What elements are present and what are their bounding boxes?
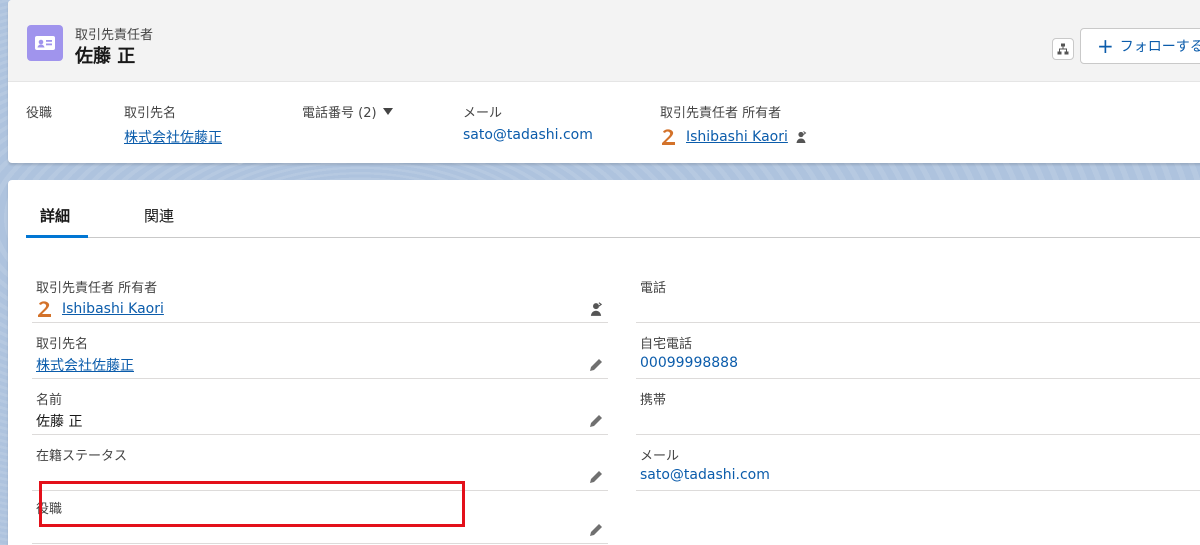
field-label: メール <box>640 449 680 464</box>
owner-avatar <box>38 301 51 317</box>
change-owner-icon[interactable] <box>794 130 808 144</box>
field-enrollment-status: 在籍ステータス <box>32 435 608 491</box>
record-name: 佐藤 正 <box>75 46 136 67</box>
home-phone-link[interactable]: 00099998888 <box>640 355 738 371</box>
highlight-email: メール sato@tadashi.com <box>463 102 593 143</box>
field-label: 電話 <box>640 281 667 296</box>
field-name: 名前 佐藤 正 <box>32 379 608 435</box>
field-title: 役職 <box>32 488 608 544</box>
owner-avatar <box>662 129 675 145</box>
highlight-label: 取引先責任者 所有者 <box>660 106 782 121</box>
phone-dropdown[interactable]: 電話番号 (2) <box>302 102 393 121</box>
field-email: メール sato@tadashi.com <box>636 435 1200 491</box>
follow-button-label: フォローする <box>1119 39 1200 55</box>
field-label: 名前 <box>36 393 63 408</box>
owner-link[interactable]: Ishibashi Kaori <box>62 301 164 317</box>
record-header: 取引先責任者 佐藤 正 + フォローする 役職 取引先名 株式会社佐藤正 電話番… <box>8 0 1200 163</box>
field-label: 携帯 <box>640 393 667 408</box>
change-owner-icon[interactable] <box>588 301 604 317</box>
tab-related[interactable]: 関連 <box>130 204 188 238</box>
pencil-icon[interactable] <box>588 357 604 373</box>
contact-icon <box>27 25 63 61</box>
highlight-label: 取引先名 <box>124 106 177 121</box>
field-mobile: 携帯 <box>636 379 1200 435</box>
field-label: 役職 <box>36 502 63 517</box>
field-phone: 電話 <box>636 267 1200 323</box>
account-link[interactable]: 株式会社佐藤正 <box>36 355 134 375</box>
email-link[interactable]: sato@tadashi.com <box>640 467 770 483</box>
hierarchy-button[interactable] <box>1052 38 1074 60</box>
pencil-icon[interactable] <box>588 522 604 538</box>
pencil-icon[interactable] <box>588 469 604 485</box>
caret-down-icon <box>382 108 393 115</box>
pencil-icon[interactable] <box>588 413 604 429</box>
account-link[interactable]: 株式会社佐藤正 <box>124 130 222 146</box>
field-label: 取引先名 <box>36 337 89 352</box>
owner-link[interactable]: Ishibashi Kaori <box>686 129 788 145</box>
field-value: 佐藤 正 <box>36 414 83 430</box>
field-label: 在籍ステータス <box>36 449 128 464</box>
object-type-label: 取引先責任者 <box>75 28 154 43</box>
highlight-phone: 電話番号 (2) <box>302 102 393 121</box>
header-title-bar: 取引先責任者 佐藤 正 + フォローする <box>8 0 1200 82</box>
tab-bar: 詳細 関連 <box>26 204 1200 238</box>
field-account-name: 取引先名 株式会社佐藤正 <box>32 323 608 379</box>
highlight-title: 役職 <box>26 102 52 121</box>
highlight-owner: 取引先責任者 所有者 Ishibashi Kaori <box>660 102 808 147</box>
field-label: 取引先責任者 所有者 <box>36 281 158 296</box>
field-home-phone: 自宅電話 00099998888 <box>636 323 1200 379</box>
hierarchy-icon <box>1057 43 1069 55</box>
follow-button[interactable]: + フォローする <box>1080 28 1200 64</box>
field-owner: 取引先責任者 所有者 Ishibashi Kaori <box>32 267 608 323</box>
highlight-label: メール <box>463 106 503 121</box>
highlight-account: 取引先名 株式会社佐藤正 <box>124 102 222 147</box>
email-link[interactable]: sato@tadashi.com <box>463 127 593 143</box>
field-label: 自宅電話 <box>640 337 693 352</box>
tab-details[interactable]: 詳細 <box>26 204 88 238</box>
highlight-label: 役職 <box>26 106 53 121</box>
plus-icon: + <box>1097 34 1114 58</box>
highlight-label: 電話番号 (2) <box>302 106 377 121</box>
